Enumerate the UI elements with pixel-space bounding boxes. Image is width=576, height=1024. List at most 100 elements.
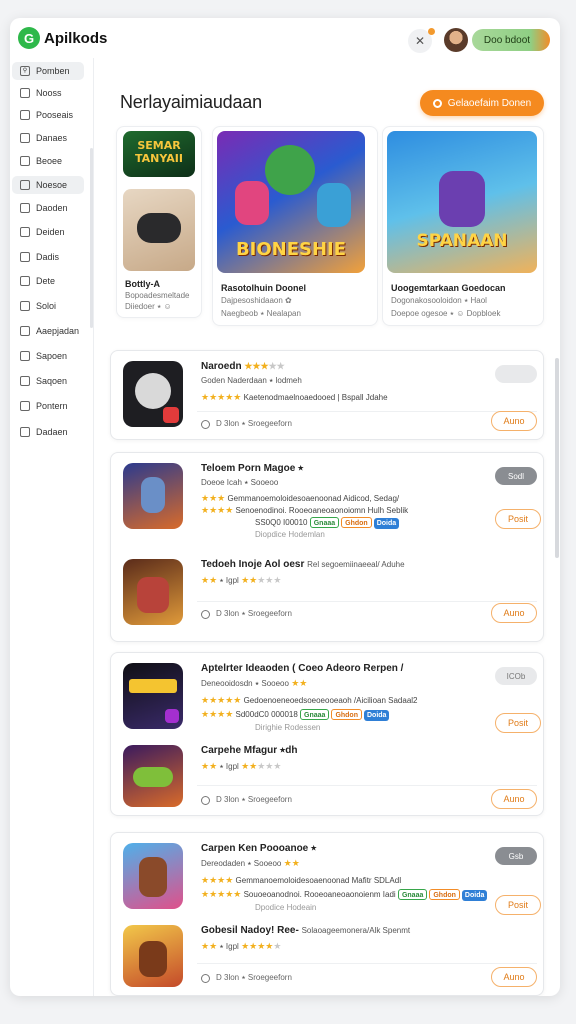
app-rating-text: ⭑ Igpl <box>219 762 239 771</box>
featured-art: BIONESHIE <box>217 131 365 273</box>
sidebar-item-8[interactable]: Dadis <box>12 248 84 266</box>
discover-button-label: Gelaoefaim Donen <box>447 97 532 109</box>
sidebar-item-3[interactable]: Danaes <box>12 129 84 147</box>
post-button[interactable]: Posit <box>495 895 541 915</box>
app-footer: D 3lon ⭑ Sroegeeforn <box>201 609 292 619</box>
app-title-text: Naroedn <box>201 361 242 372</box>
rating-stars: ★★★★★ <box>201 392 242 402</box>
sidebar-item-9[interactable]: Dete <box>12 272 84 290</box>
box-icon <box>20 203 30 213</box>
app-list-card[interactable]: Naroedn ★★★★★ Goden Naderdaan ⭑ lodmeh ★… <box>110 350 544 440</box>
featured-card[interactable]: SEMAR TANYAII Bottly-A Bopoadesmeltade D… <box>116 126 202 318</box>
sidebar-item-label: Noesoe <box>36 180 68 190</box>
app-footer: D 3lon ⭑ Sroegeeforn <box>201 419 292 429</box>
post-button[interactable]: Posit <box>495 509 541 529</box>
app-developer: Goden Naderdaan ⭑ lodmeh <box>201 376 302 385</box>
app-rating-line: ★★ ⭑ Igpl ★★★★★ <box>201 761 281 772</box>
sidebar-item-4[interactable]: Beoee <box>12 152 84 170</box>
featured-art: ​ SPANAAN <box>387 131 537 273</box>
character-icon <box>235 181 269 225</box>
rating-stars: ★★★★ <box>201 709 234 719</box>
app-list-card[interactable]: Teloem Porn Magoe ⭑ Doeoe Icah ⭑ Sooeoo … <box>110 452 544 642</box>
sidebar-item-7[interactable]: Deiden <box>12 223 84 241</box>
featured-art-label: BIONESHIE <box>235 239 347 260</box>
sidebar-item-0[interactable]: ⚲ Pomben <box>12 62 84 80</box>
calendar-icon <box>20 401 30 411</box>
install-button[interactable]: Auno <box>491 411 537 431</box>
app-description: ★★★★ Senoenodinoi. Rooeoaneoaonoiomn Hul… <box>201 505 408 516</box>
featured-card[interactable]: BIONESHIE Rasotolhuin Doonel Dajpesoshid… <box>212 126 378 326</box>
tag: Gnaaa <box>397 889 428 900</box>
discover-button[interactable]: Gelaoefaim Donen <box>420 90 544 116</box>
account-pill-button[interactable]: Doo bdoot <box>472 29 550 51</box>
character-icon <box>439 171 485 227</box>
app-thumbnail <box>123 925 183 987</box>
featured-card[interactable]: ​ SPANAAN Uoogemtarkaan Goedocan Dogonak… <box>382 126 544 326</box>
rating-stars: ★★ <box>201 575 218 585</box>
app-description: ★★★★★ Gedoenoeneoedsoeoeooeaoh /Aicilioa… <box>201 695 418 706</box>
sidebar-item-11[interactable]: Aaepjadan <box>12 322 84 340</box>
rating-stars: ★★★★★ <box>241 761 282 771</box>
status-badge: Gsb <box>495 847 537 865</box>
app-thumbnail <box>123 663 183 729</box>
app-description-text: Solaoageemonera/Alk Spenmt <box>301 926 411 935</box>
grid-icon <box>20 110 30 120</box>
app-footer-text: D 3lon ⭑ Sroegeeforn <box>216 973 292 982</box>
app-meta: SS0Q0 I00010 Gnaaa Ghdon Doida <box>255 517 401 529</box>
rating-stars: ★★★ <box>201 493 226 503</box>
rating-stars: ★★★★★ <box>241 941 282 951</box>
featured-title: Rasotolhuin Doonel <box>221 283 306 293</box>
app-rating-line: ★★ ⭑ Igpl ★★★★★ <box>201 941 281 952</box>
settings-icon <box>20 427 30 437</box>
avatar[interactable] <box>444 28 468 52</box>
user-icon <box>20 376 30 386</box>
globe-icon <box>20 227 30 237</box>
app-rating-text: ⭑ Igpl <box>219 942 239 951</box>
rating-stars: ★★★★ <box>201 875 234 885</box>
featured-title: Bottly-A <box>125 279 160 289</box>
main-scrollbar[interactable] <box>555 358 559 558</box>
post-button[interactable]: Posit <box>495 713 541 733</box>
app-thumbnail <box>123 463 183 529</box>
sidebar-scrollbar[interactable] <box>90 148 93 328</box>
app-footer: D 3lon ⭑ Sroegeeforn <box>201 973 292 983</box>
sidebar-item-label: Dadaen <box>36 427 68 437</box>
sidebar-item-5[interactable]: Noesoe <box>12 176 84 194</box>
tag: Ghdon <box>331 709 362 720</box>
app-developer: Dereodaden ⭑ Sooeoo ★★ <box>201 858 300 869</box>
sidebar-item-10[interactable]: Soloi <box>12 297 84 315</box>
sidebar-item-label: Daoden <box>36 203 68 213</box>
character-icon <box>139 941 167 977</box>
featured-art: SEMAR TANYAII <box>123 131 195 177</box>
app-meta: ★★★★ Sd00dC0 000018 Gnaaa Ghdon Doida <box>201 709 391 721</box>
install-button[interactable]: Auno <box>491 967 537 987</box>
sidebar-item-1[interactable]: Nooss <box>12 84 84 102</box>
app-thumbnail <box>123 745 183 807</box>
app-sub-meta: Diopdice Hodemlan <box>255 530 325 539</box>
app-title: Tedoeh Inoje Aol oesr Rel segoemiinaeeal… <box>201 559 405 570</box>
status-badge: ICOb <box>495 667 537 685</box>
search-icon: ⚲ <box>20 66 30 76</box>
clock-icon <box>201 973 210 983</box>
app-logo[interactable]: G Apilkods <box>18 27 107 49</box>
rating-stars: ★★ <box>283 858 300 868</box>
sidebar: ⚲ Pomben Nooss Pooseais Danaes Beoee Noes… <box>10 58 94 996</box>
app-list-card[interactable]: Aptelrter Ideaoden ( Coeo Adeoro Rerpen … <box>110 652 544 816</box>
sidebar-item-15[interactable]: Dadaen <box>12 423 84 441</box>
app-rating-text: ⭑ Igpl <box>219 576 239 585</box>
status-badge: Sodl <box>495 467 537 485</box>
sidebar-item-2[interactable]: Pooseais <box>12 106 84 124</box>
tag: Doida <box>373 518 400 529</box>
logo-icon: G <box>18 27 40 49</box>
sidebar-item-6[interactable]: Daoden <box>12 199 84 217</box>
app-footer-text: D 3lon ⭑ Sroegeeforn <box>216 609 292 618</box>
install-button[interactable]: Auno <box>491 603 537 623</box>
sidebar-item-12[interactable]: Sapoen <box>12 347 84 365</box>
app-list-card[interactable]: Carpen Ken Poooanoe ⭑ Dereodaden ⭑ Sooeo… <box>110 832 544 996</box>
folder-icon <box>20 133 30 143</box>
sidebar-item-14[interactable]: Pontern <box>12 397 84 415</box>
install-button[interactable]: Auno <box>491 789 537 809</box>
app-meta-text: Sd00dC0 000018 <box>235 710 298 719</box>
badge-icon <box>163 407 179 423</box>
sidebar-item-13[interactable]: Saqoen <box>12 372 84 390</box>
